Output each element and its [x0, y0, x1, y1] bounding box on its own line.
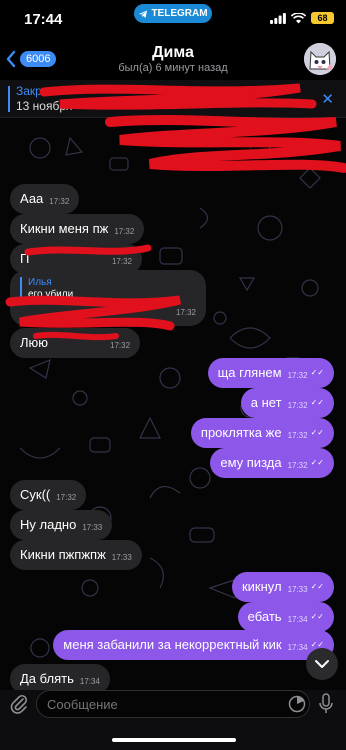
read-checkmark-icon: ✓✓ [310, 582, 324, 591]
message-time: 17:34 [79, 677, 100, 686]
reply-text: его убили [28, 289, 74, 300]
message-outgoing[interactable]: кикнул 17:33 ✓✓ [231, 572, 334, 602]
chat-header: 6006 Дима был(а) 6 минут назад [0, 36, 346, 80]
message-outgoing[interactable]: ему пизда 17:32 ✓✓ [210, 448, 334, 478]
voice-message-button[interactable] [318, 693, 334, 720]
sticker-button[interactable] [288, 695, 306, 718]
reply-author: Илья [28, 277, 52, 288]
read-checkmark-icon: ✓✓ [310, 398, 324, 407]
message-time: 17:33 [111, 553, 132, 562]
message-incoming[interactable]: Кикни пжпжпж 17:33 [10, 540, 142, 570]
message-outgoing[interactable]: проклятка же 17:32 ✓✓ [190, 418, 334, 448]
wifi-icon [291, 12, 306, 23]
message-time: 17:32 [110, 341, 131, 350]
read-checkmark-icon: ✓✓ [310, 458, 324, 467]
message-incoming[interactable]: Люю 17:32 [10, 328, 141, 358]
message-incoming-reply[interactable]: Илья его убили 17:32 [10, 270, 206, 326]
message-time: 17:33 [287, 585, 308, 594]
message-text: ща глянем [217, 365, 282, 380]
message-incoming[interactable]: Ну ладно 17:33 [10, 510, 113, 540]
message-text: Ну ладно [20, 517, 77, 532]
telegram-pill-label: TELEGRAM [151, 8, 208, 19]
message-composer [0, 690, 346, 750]
message-time: 17:32 [287, 431, 308, 440]
message-text: ему пизда [220, 455, 282, 470]
chat-title[interactable]: Дима [0, 44, 346, 62]
attach-button[interactable] [10, 693, 28, 720]
message-text: Кикни пжпжпж [20, 547, 106, 562]
message-time: 17:34 [287, 643, 308, 652]
message-time: 17:32 [287, 401, 308, 410]
message-text: Кикни меня пж [20, 221, 109, 236]
pinned-indicator [8, 86, 10, 112]
message-text: П [20, 251, 30, 266]
home-indicator [112, 738, 236, 742]
message-time: 17:32 [287, 461, 308, 470]
avatar[interactable] [304, 43, 336, 75]
read-checkmark-icon: ✓✓ [310, 428, 324, 437]
signal-icon [270, 12, 286, 24]
message-text: Сук(( [20, 487, 51, 502]
pinned-title: Закр [16, 84, 42, 98]
message-text: кикнул [241, 579, 282, 594]
message-time: 17:32 [56, 493, 77, 502]
message-incoming[interactable]: Ааа 17:32 [10, 184, 80, 214]
scroll-to-bottom-button[interactable] [306, 648, 338, 680]
message-text: меня забанили за некорректный кик [63, 637, 282, 652]
read-checkmark-icon: ✓✓ [310, 368, 324, 377]
microphone-icon [319, 693, 333, 713]
last-seen-status: был(а) 6 минут назад [118, 62, 228, 74]
chevron-down-icon [315, 660, 329, 668]
message-incoming[interactable]: Сук(( 17:32 [10, 480, 87, 510]
telegram-icon [139, 10, 148, 18]
message-text: Да блять [20, 671, 74, 686]
reply-quote[interactable]: Илья его убили [20, 277, 73, 301]
message-text: Люю [20, 335, 49, 350]
message-time: 17:34 [287, 615, 308, 624]
close-pinned-icon[interactable]: ✕ [321, 90, 334, 108]
message-incoming[interactable]: Кикни меня пж 17:32 [10, 214, 145, 244]
message-input[interactable] [36, 690, 310, 718]
message-time: 17:32 [49, 197, 70, 206]
message-outgoing[interactable]: меня забанили за некорректный кик 17:34 ✓✓ [53, 630, 334, 660]
message-outgoing[interactable]: а нет 17:32 ✓✓ [240, 388, 334, 418]
message-time: 17:32 [114, 227, 135, 236]
clock: 17:44 [24, 11, 63, 28]
cat-avatar-icon [304, 43, 336, 75]
pinned-message-bar[interactable]: Закр 13 ноября ✕ [0, 80, 346, 118]
message-time: 17:32 [287, 371, 308, 380]
status-icons: 68 [270, 12, 334, 24]
telegram-pill[interactable]: TELEGRAM [134, 4, 212, 23]
message-list[interactable]: Ааа 17:32 Кикни меня пж 17:32 П 17:32 Илья … [0, 118, 346, 690]
message-incoming[interactable]: Да блять 17:34 [10, 664, 110, 690]
message-time: 17:33 [82, 523, 103, 532]
message-text: проклятка же [200, 425, 282, 440]
message-text: а нет [250, 395, 282, 410]
message-outgoing[interactable]: ща глянем 17:32 ✓✓ [207, 358, 334, 388]
read-checkmark-icon: ✓✓ [310, 612, 324, 621]
paperclip-icon [10, 694, 28, 714]
message-outgoing[interactable]: ебать 17:34 ✓✓ [237, 602, 334, 632]
status-bar: 17:44 TELEGRAM 68 [0, 0, 346, 36]
message-text: ебать [247, 609, 282, 624]
message-text: Ааа [20, 191, 44, 206]
message-time: 17:32 [111, 257, 132, 266]
pinned-text: 13 ноября [16, 99, 73, 113]
sticker-icon [288, 695, 306, 713]
message-time: 17:32 [175, 308, 196, 317]
battery-icon: 68 [311, 12, 334, 24]
